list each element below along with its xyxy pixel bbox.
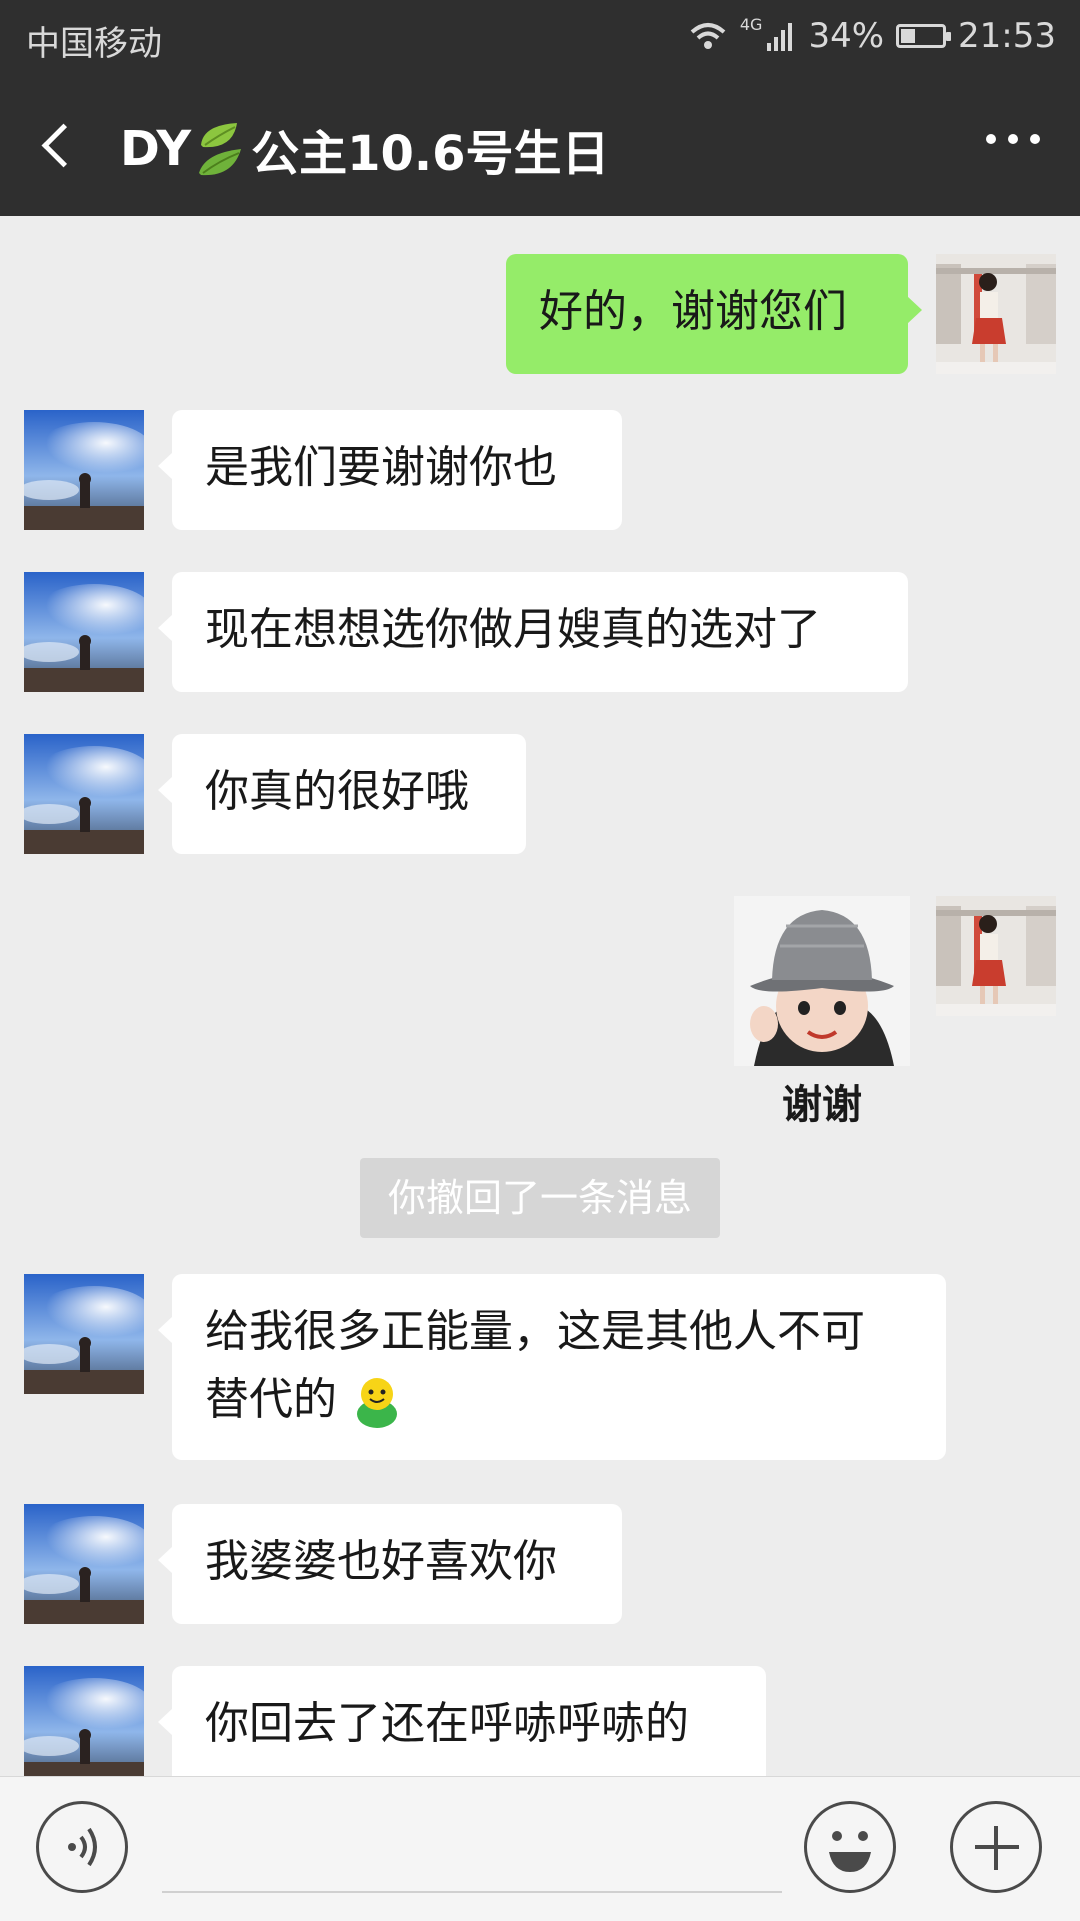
back-button[interactable] [30, 112, 90, 178]
smile-emoji-icon [357, 1378, 397, 1428]
leaf-emoji-icon [199, 123, 242, 176]
contact-avatar[interactable] [24, 1666, 144, 1776]
chat-title-prefix: DY [120, 121, 192, 177]
chat-header: DY 公主10.6号生日 [0, 74, 1080, 216]
message-input[interactable] [162, 1807, 782, 1893]
more-options-button[interactable] [986, 134, 1040, 144]
status-bar: 中国移动 4G 34% 21:53 [0, 0, 1080, 74]
my-avatar[interactable] [936, 896, 1056, 1016]
emoji-button[interactable] [804, 1801, 896, 1893]
smiley-face-icon [829, 1831, 871, 1872]
message-bubble-incoming[interactable]: 你回去了还在呼哧呼哧的 [158, 1666, 766, 1776]
my-avatar[interactable] [936, 254, 1056, 374]
sticker-message[interactable]: 谢谢 [734, 896, 910, 1132]
network-type: 4G [739, 14, 763, 34]
dot-icon [1008, 134, 1018, 144]
message-text: 你真的很好哦 [205, 766, 469, 817]
dot-icon [986, 134, 996, 144]
chat-title: DY 公主10.6号生日 [120, 114, 610, 184]
message-text: 你回去了还在呼哧呼哧的 [205, 1698, 689, 1749]
voice-input-button[interactable] [36, 1801, 128, 1893]
girl-hat-sticker-icon [734, 896, 910, 1066]
carrier-label: 中国移动 [26, 24, 162, 64]
clock: 21:53 [958, 16, 1056, 56]
voice-icon [68, 1827, 97, 1867]
message-text: 是我们要谢谢你也 [205, 442, 557, 493]
chat-title-suffix: 公主10.6号生日 [251, 126, 610, 182]
message-text: 现在想想选你做月嫂真的选对了 [205, 604, 821, 655]
contact-avatar[interactable] [24, 410, 144, 530]
contact-avatar[interactable] [24, 1274, 144, 1394]
message-bubble-incoming[interactable]: 是我们要谢谢你也 [158, 410, 622, 530]
signal-icon [767, 23, 793, 51]
battery-icon [896, 24, 952, 48]
message-text-line-2: 替代的 [205, 1366, 913, 1434]
message-list[interactable]: 好的，谢谢您们 是我们要谢谢你也 现在想想选你做月嫂真的选对了 你真的很好哦 谢… [0, 216, 1080, 1776]
wifi-icon [690, 23, 726, 49]
battery-percent: 34% [808, 16, 885, 56]
more-functions-button[interactable] [950, 1801, 1042, 1893]
input-toolbar [0, 1776, 1080, 1921]
message-text: 好的，谢谢您们 [539, 286, 847, 337]
contact-avatar[interactable] [24, 572, 144, 692]
status-indicators: 4G 34% 21:53 [688, 14, 1056, 56]
contact-avatar[interactable] [24, 734, 144, 854]
message-text-line: 给我很多正能量，这是其他人不可 [205, 1306, 865, 1357]
message-bubble-incoming[interactable]: 现在想想选你做月嫂真的选对了 [158, 572, 908, 692]
contact-avatar[interactable] [24, 1504, 144, 1624]
dot-icon [1030, 134, 1040, 144]
message-bubble-outgoing[interactable]: 好的，谢谢您们 [506, 254, 922, 374]
sticker-caption: 谢谢 [782, 1082, 862, 1128]
recalled-message-notice: 你撤回了一条消息 [360, 1158, 720, 1238]
message-text: 替代的 [205, 1374, 337, 1425]
message-bubble-incoming[interactable]: 我婆婆也好喜欢你 [158, 1504, 622, 1624]
message-bubble-incoming[interactable]: 你真的很好哦 [158, 734, 526, 854]
battery-level [901, 29, 916, 43]
message-text: 我婆婆也好喜欢你 [205, 1536, 557, 1587]
message-bubble-incoming[interactable]: 给我很多正能量，这是其他人不可 替代的 [158, 1274, 946, 1460]
